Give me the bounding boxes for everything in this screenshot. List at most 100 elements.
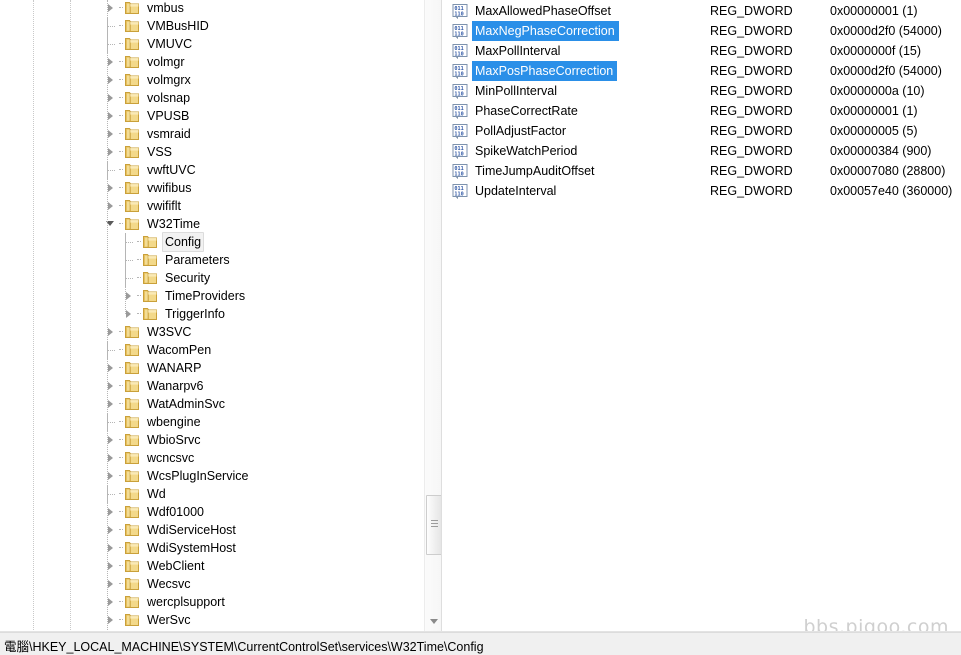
tree-item-wdisystemhost[interactable]: WdiSystemHost: [103, 539, 239, 557]
tree-item-config[interactable]: Config: [121, 232, 205, 252]
tree-item-volmgr[interactable]: volmgr: [103, 53, 188, 71]
expander-expand-icon[interactable]: [103, 359, 119, 377]
expander-expand-icon[interactable]: [103, 539, 119, 557]
tree-item-wacompen[interactable]: WacomPen: [103, 341, 214, 359]
tree-item-vpusb[interactable]: VPUSB: [103, 107, 192, 125]
expander-expand-icon[interactable]: [103, 125, 119, 143]
value-name[interactable]: MaxAllowedPhaseOffset: [472, 1, 615, 21]
value-row[interactable]: 011 110 MaxPollInterval REG_DWORD 0x0000000f…: [448, 41, 961, 61]
expander-expand-icon[interactable]: [103, 0, 119, 17]
tree-connector-line: [119, 43, 123, 45]
expander-expand-icon[interactable]: [103, 575, 119, 593]
expander-expand-icon[interactable]: [103, 107, 119, 125]
tree-item-wecsvc[interactable]: Wecsvc: [103, 575, 194, 593]
tree-item-vwifibus[interactable]: vwifibus: [103, 179, 194, 197]
expander-expand-icon[interactable]: [103, 431, 119, 449]
value-row[interactable]: 011 110 MaxPosPhaseCorrection REG_DWORD 0x00…: [448, 61, 961, 81]
tree-item-vss[interactable]: VSS: [103, 143, 175, 161]
value-name[interactable]: UpdateInterval: [472, 181, 560, 201]
expander-expand-icon[interactable]: [103, 71, 119, 89]
value-row[interactable]: 011 110 MinPollInterval REG_DWORD 0x0000000a…: [448, 81, 961, 101]
value-name[interactable]: TimeJumpAuditOffset: [472, 161, 599, 181]
expander-expand-icon[interactable]: [121, 305, 137, 323]
value-name[interactable]: MaxPollInterval: [472, 41, 564, 61]
value-type: REG_DWORD: [710, 84, 793, 98]
expander-expand-icon[interactable]: [103, 611, 119, 629]
tree-item-vmbushid[interactable]: VMBusHID: [103, 17, 212, 35]
tree-item-label: Security: [165, 271, 211, 285]
dword-binary-icon: 011 110: [452, 143, 468, 160]
registry-values-list[interactable]: 011 110 MaxAllowedPhaseOffset REG_DWORD 0x00…: [448, 0, 961, 632]
tree-item-wcncsvc[interactable]: wcncsvc: [103, 449, 197, 467]
tree-item-label: vwifibus: [147, 181, 192, 195]
value-type: REG_DWORD: [710, 184, 793, 198]
tree-item-vwftuvc[interactable]: vwftUVC: [103, 161, 199, 179]
dword-binary-icon: 011 110: [452, 23, 468, 40]
tree-item-triggerinfo[interactable]: TriggerInfo: [121, 305, 228, 323]
value-row[interactable]: 011 110 UpdateInterval REG_DWORD 0x00057e40 …: [448, 181, 961, 201]
tree-item-volmgrx[interactable]: volmgrx: [103, 71, 194, 89]
value-row[interactable]: 011 110 TimeJumpAuditOffset REG_DWORD 0x0000…: [448, 161, 961, 181]
expander-expand-icon[interactable]: [103, 503, 119, 521]
tree-item-wercplsupport[interactable]: wercplsupport: [103, 593, 228, 611]
value-name[interactable]: PollAdjustFactor: [472, 121, 570, 141]
tree-item-vwififlt[interactable]: vwififlt: [103, 197, 184, 215]
value-name[interactable]: SpikeWatchPeriod: [472, 141, 581, 161]
tree-item-wanarpv6[interactable]: Wanarpv6: [103, 377, 207, 395]
tree-item-wersvc[interactable]: WerSvc: [103, 611, 194, 629]
dword-binary-icon: 011 110: [452, 3, 468, 20]
expander-expand-icon[interactable]: [103, 179, 119, 197]
value-name[interactable]: PhaseCorrectRate: [472, 101, 582, 121]
expander-collapse-icon[interactable]: [103, 215, 119, 233]
expander-expand-icon[interactable]: [121, 287, 137, 305]
expander-expand-icon[interactable]: [103, 197, 119, 215]
expander-expand-icon[interactable]: [103, 593, 119, 611]
tree-item-wdiservicehost[interactable]: WdiServiceHost: [103, 521, 239, 539]
value-data: 0x0000000a (10): [830, 84, 925, 98]
expander-expand-icon[interactable]: [103, 53, 119, 71]
expander-expand-icon[interactable]: [103, 557, 119, 575]
expander-expand-icon[interactable]: [103, 467, 119, 485]
expander-expand-icon[interactable]: [103, 395, 119, 413]
tree-item-label: WbioSrvc: [147, 433, 201, 447]
tree-item-wbengine[interactable]: wbengine: [103, 413, 204, 431]
value-name[interactable]: MaxPosPhaseCorrection: [472, 61, 618, 81]
tree-item-vmbus[interactable]: vmbus: [103, 0, 187, 17]
tree-connector-line: [121, 269, 137, 287]
value-name[interactable]: MaxNegPhaseCorrection: [472, 21, 619, 41]
tree-item-wd[interactable]: Wd: [103, 485, 169, 503]
folder-icon: [124, 378, 141, 394]
expander-expand-icon[interactable]: [103, 89, 119, 107]
value-row[interactable]: 011 110 PollAdjustFactor REG_DWORD 0x0000000…: [448, 121, 961, 141]
tree-item-vsmraid[interactable]: vsmraid: [103, 125, 194, 143]
expander-expand-icon[interactable]: [103, 377, 119, 395]
folder-icon: [124, 486, 141, 502]
tree-item-wcspluginservice[interactable]: WcsPlugInService: [103, 467, 251, 485]
tree-item-webclient[interactable]: WebClient: [103, 557, 207, 575]
expander-expand-icon[interactable]: [103, 449, 119, 467]
tree-item-wbiosrvc[interactable]: WbioSrvc: [103, 431, 203, 449]
value-row[interactable]: 011 110 SpikeWatchPeriod REG_DWORD 0x0000038…: [448, 141, 961, 161]
value-row[interactable]: 011 110 PhaseCorrectRate REG_DWORD 0x0000000…: [448, 101, 961, 121]
tree-vertical-scrollbar[interactable]: [424, 0, 443, 632]
expander-expand-icon[interactable]: [103, 143, 119, 161]
tree-item-label: Wecsvc: [147, 577, 191, 591]
tree-item-w32time[interactable]: W32Time: [103, 215, 203, 233]
tree-item-watadminsvc[interactable]: WatAdminSvc: [103, 395, 228, 413]
chevron-down-icon[interactable]: [426, 612, 441, 629]
value-name[interactable]: MinPollInterval: [472, 81, 561, 101]
tree-item-wanarp[interactable]: WANARP: [103, 359, 204, 377]
tree-item-wdf01000[interactable]: Wdf01000: [103, 503, 207, 521]
tree-item-timeproviders[interactable]: TimeProviders: [121, 287, 248, 305]
expander-expand-icon[interactable]: [103, 323, 119, 341]
tree-item-vmuvc[interactable]: VMUVC: [103, 35, 195, 53]
value-row[interactable]: 011 110 MaxNegPhaseCorrection REG_DWORD 0x00…: [448, 21, 961, 41]
tree-item-volsnap[interactable]: volsnap: [103, 89, 193, 107]
tree-item-w3svc[interactable]: W3SVC: [103, 323, 194, 341]
tree-item-parameters[interactable]: Parameters: [121, 251, 233, 269]
value-row[interactable]: 011 110 MaxAllowedPhaseOffset REG_DWORD 0x00…: [448, 1, 961, 21]
tree-item-security[interactable]: Security: [121, 269, 213, 287]
expander-expand-icon[interactable]: [103, 521, 119, 539]
dword-binary-icon: 011 110: [452, 183, 468, 200]
registry-key-tree[interactable]: vmbus VMBusHID VMUVC volmgr volmgrx volsnap VP…: [71, 0, 424, 632]
